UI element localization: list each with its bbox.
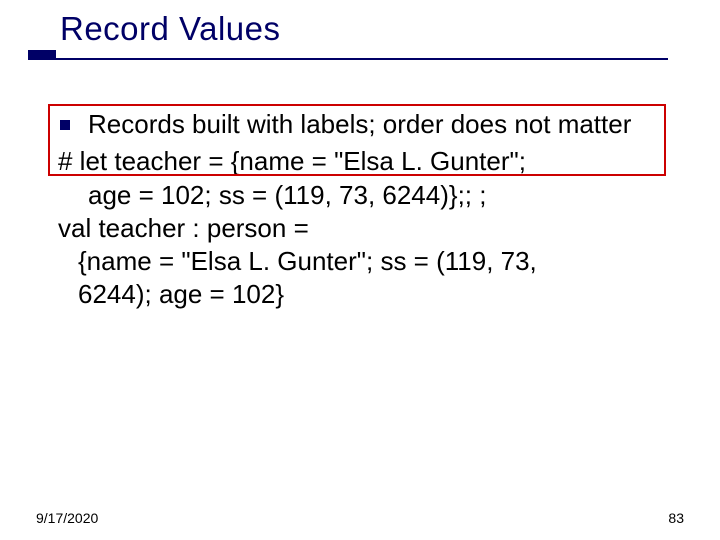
footer-page-number: 83: [668, 510, 684, 526]
code-block: # let teacher = {name = "Elsa L. Gunter"…: [58, 145, 680, 311]
code-line-1b: age = 102; ss = (119, 73, 6244)};; ;: [58, 179, 680, 212]
footer-date: 9/17/2020: [36, 510, 98, 526]
slide: Record Values Records built with labels;…: [0, 0, 720, 540]
code-line-2a: val teacher : person =: [58, 212, 680, 245]
title-underline: [28, 58, 668, 60]
bullet-item: Records built with labels; order does no…: [58, 108, 680, 141]
code-line-2c: 6244); age = 102}: [58, 278, 680, 311]
code-line-2b: {name = "Elsa L. Gunter"; ss = (119, 73,: [58, 245, 680, 278]
bullet-square-icon: [60, 120, 70, 130]
body-content: Records built with labels; order does no…: [58, 108, 680, 312]
title-area: Record Values: [60, 10, 680, 48]
slide-title: Record Values: [60, 10, 680, 48]
title-accent-block: [28, 50, 56, 58]
code-line-1a: # let teacher = {name = "Elsa L. Gunter"…: [58, 145, 680, 178]
bullet-text: Records built with labels; order does no…: [88, 109, 631, 139]
